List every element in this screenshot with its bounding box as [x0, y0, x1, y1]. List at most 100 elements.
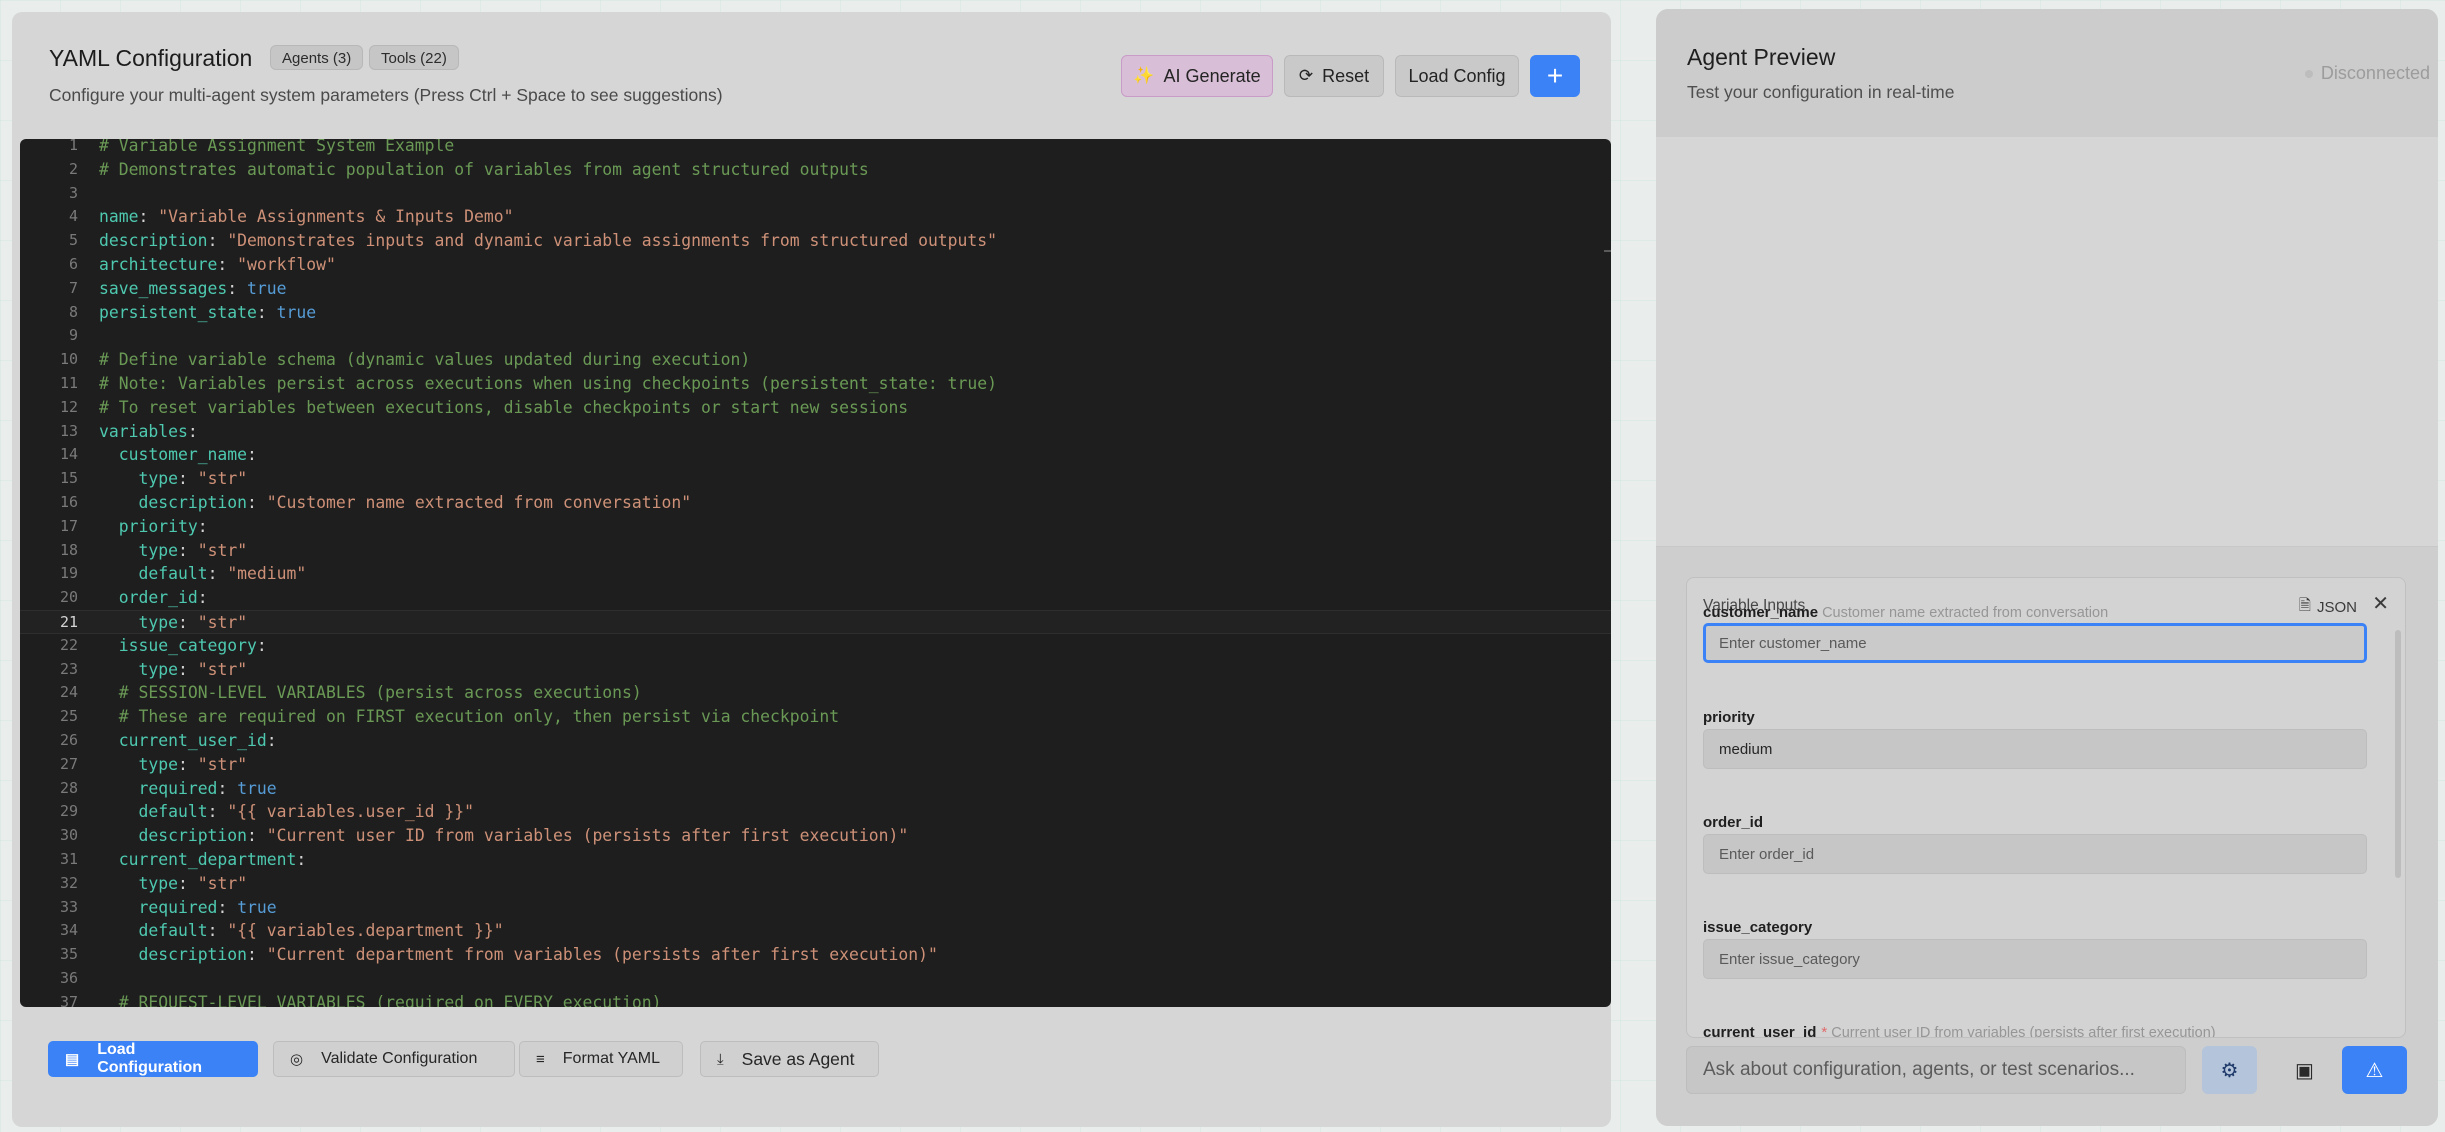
code-line[interactable]: 13 variables:: [20, 420, 1611, 444]
load-configuration-button[interactable]: ▤ Load Configuration: [48, 1041, 258, 1077]
line-number: 25: [59, 707, 78, 726]
line-number: 22: [59, 635, 78, 654]
code-line[interactable]: 37 # REQUEST-LEVEL VARIABLES (required o…: [20, 991, 1611, 1007]
customer-name-input[interactable]: [1703, 623, 2367, 663]
yaml-code-editor[interactable]: 1 # Variable Assignment System Example 2 # …: [20, 139, 1611, 1007]
code-text: variables:: [99, 420, 198, 444]
code-token: :: [207, 921, 228, 941]
code-line[interactable]: 17 priority:: [20, 515, 1611, 539]
plus-icon: +: [1546, 60, 1564, 91]
code-line[interactable]: 32 type: "str": [20, 872, 1611, 896]
code-token: true: [247, 278, 287, 298]
code-line[interactable]: 3: [20, 182, 1611, 206]
code-line[interactable]: 21 type: "str": [20, 610, 1611, 634]
line-number: 16: [59, 493, 78, 511]
code-text: # Define variable schema (dynamic values…: [99, 348, 750, 372]
reset-button[interactable]: ⟳ Reset: [1284, 55, 1384, 97]
code-token: :: [177, 540, 198, 560]
line-number: 13: [59, 421, 78, 440]
json-toggle-button[interactable]: 🗎 JSON: [2299, 595, 2357, 620]
field-hint: Current user ID from variables (persists…: [1831, 1025, 2216, 1038]
code-line[interactable]: 19 default: "medium": [20, 562, 1611, 586]
code-line[interactable]: 34 default: "{{ variables.department }}": [20, 919, 1611, 943]
code-line[interactable]: 29 default: "{{ variables.user_id }}": [20, 800, 1611, 824]
line-number: 31: [59, 850, 78, 868]
ai-generate-button[interactable]: ✨ AI Generate: [1121, 55, 1273, 97]
code-line[interactable]: 5 description: "Demonstrates inputs and d…: [20, 229, 1611, 253]
variable-settings-button[interactable]: ⚙: [2202, 1046, 2257, 1094]
field-label-priority: priority: [1703, 709, 1755, 726]
code-token: default: [138, 921, 208, 941]
code-token: "str": [197, 659, 248, 679]
code-line[interactable]: 18 type: "str": [20, 539, 1611, 563]
code-line[interactable]: 33 required: true: [20, 896, 1611, 920]
code-line[interactable]: 26 current_user_id:: [20, 729, 1611, 753]
code-token: "workflow": [237, 255, 336, 274]
code-line[interactable]: 35 description: "Current department from…: [20, 943, 1611, 967]
issue-category-input[interactable]: [1703, 939, 2367, 979]
code-line[interactable]: 20 order_id:: [20, 586, 1611, 610]
code-line[interactable]: 11 # Note: Variables persist across execu…: [20, 372, 1611, 396]
code-text: # These are required on FIRST execution …: [99, 705, 839, 729]
code-line[interactable]: 30 description: "Current user ID from va…: [20, 824, 1611, 848]
scrollbar[interactable]: [2395, 630, 2401, 878]
code-text: current_department:: [99, 848, 307, 872]
code-text: type: "str": [99, 658, 247, 682]
code-line[interactable]: 22 issue_category:: [20, 634, 1611, 658]
code-line[interactable]: 9: [20, 324, 1611, 348]
code-line[interactable]: 2 # Demonstrates automatic population of …: [20, 158, 1611, 182]
code-line[interactable]: 12 # To reset variables between execution…: [20, 396, 1611, 420]
code-text: # To reset variables between executions,…: [99, 396, 908, 420]
yaml-config-header: YAML Configuration Agents (3) Tools (22)…: [12, 12, 1611, 138]
code-line[interactable]: 23 type: "str": [20, 658, 1611, 682]
priority-input[interactable]: [1703, 729, 2367, 769]
code-line[interactable]: 31 current_department:: [20, 848, 1611, 872]
format-yaml-button[interactable]: ≡ Format YAML: [519, 1041, 683, 1077]
code-line[interactable]: 24 # SESSION-LEVEL VARIABLES (persist ac…: [20, 681, 1611, 705]
page-subtitle: Configure your multi-agent system parame…: [49, 85, 723, 105]
close-icon[interactable]: ✕: [2372, 591, 2389, 616]
code-token: :: [177, 469, 198, 489]
code-token: # Note: Variables persist across executi…: [99, 374, 997, 393]
code-token: current_department: [118, 850, 297, 869]
code-token: required: [138, 778, 218, 798]
connection-status: Disconnected: [2304, 63, 2430, 84]
code-line[interactable]: 8 persistent_state: true: [20, 301, 1611, 325]
code-line[interactable]: 10 # Define variable schema (dynamic valu…: [20, 348, 1611, 372]
code-token: current_user_id: [118, 731, 267, 750]
order-id-input[interactable]: [1703, 834, 2367, 874]
load-config-button[interactable]: Load Config: [1395, 55, 1519, 97]
align-lines-icon: ≡: [536, 1050, 545, 1068]
code-line[interactable]: 25 # These are required on FIRST executi…: [20, 705, 1611, 729]
save-as-agent-button[interactable]: ⤓ Save as Agent: [700, 1041, 879, 1077]
attach-image-button[interactable]: ▣: [2277, 1046, 2332, 1094]
code-text: issue_category:: [99, 634, 267, 658]
code-token: :: [187, 421, 198, 441]
code-line[interactable]: 4 name: "Variable Assignments & Inputs De…: [20, 205, 1611, 229]
code-line[interactable]: 16 description: "Customer name extracted…: [20, 491, 1611, 515]
code-token: "str": [197, 469, 248, 489]
code-line[interactable]: 1 # Variable Assignment System Example: [20, 139, 1611, 158]
code-line[interactable]: 36: [20, 967, 1611, 991]
code-line[interactable]: 15 type: "str": [20, 467, 1611, 491]
code-token: :: [247, 826, 267, 846]
tools-count-badge: Tools (22): [369, 45, 459, 70]
code-line[interactable]: 28 required: true: [20, 777, 1611, 801]
code-token: :: [138, 207, 159, 227]
yaml-config-panel: YAML Configuration Agents (3) Tools (22)…: [12, 12, 1611, 1127]
add-button[interactable]: +: [1530, 55, 1580, 97]
code-line[interactable]: 7 save_messages: true: [20, 277, 1611, 301]
code-line[interactable]: 27 type: "str": [20, 753, 1611, 777]
code-token: customer_name: [118, 445, 248, 465]
validate-configuration-button[interactable]: ◎ Validate Configuration: [273, 1041, 515, 1077]
send-button[interactable]: ⚠: [2342, 1046, 2407, 1094]
code-line[interactable]: 6 architecture: "workflow": [20, 253, 1611, 277]
chat-input[interactable]: [1686, 1046, 2186, 1094]
line-number: 5: [68, 231, 78, 250]
code-line[interactable]: 14 customer_name:: [20, 443, 1611, 467]
